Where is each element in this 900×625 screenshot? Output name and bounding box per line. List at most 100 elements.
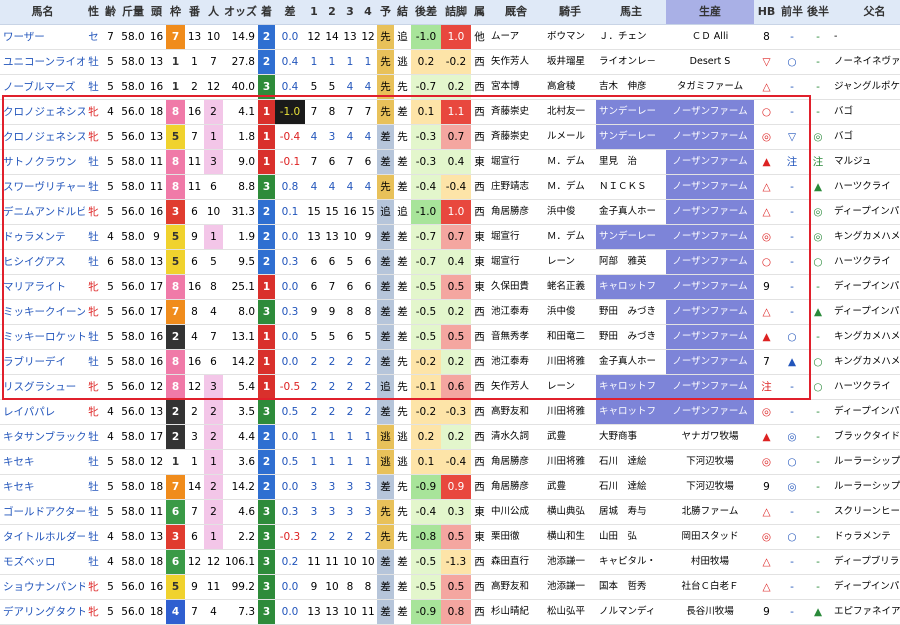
column-header[interactable]: 後半 [805, 0, 831, 25]
column-header[interactable]: 前半 [779, 0, 805, 25]
waku-badge: 1 [166, 74, 185, 100]
column-header[interactable]: 馬主 [596, 0, 666, 25]
horse-name-link[interactable]: リスグラシュー [0, 374, 85, 400]
table-row[interactable]: ラブリーデイ牡 5 58.0 16 8 16 6 14.2 1 0.0 2 2 2 2 差先 -0.2 0.2 西… [0, 349, 900, 375]
horse-name-link[interactable]: ユニコーンライオン [0, 49, 85, 75]
column-header[interactable]: 厩舎 [488, 0, 544, 25]
table-row[interactable]: クロノジェネシス牝 5 56.0 13 5 7 1 1.8 1 -0.4 4 3 4 4 差先 -0.3 0.7… [0, 124, 900, 150]
column-header[interactable]: 馬名 [0, 0, 85, 25]
table-row[interactable]: リスグラシュー牝 5 56.0 12 8 12 3 5.4 1 -0.5 2 2 2 2 追先 -0.1 0.6… [0, 374, 900, 400]
closing-speed: 0.7 [441, 224, 471, 250]
horse-name-link[interactable]: キセキ [0, 474, 85, 500]
table-row[interactable]: ヒシイグアス牡 6 58.0 13 5 6 5 9.5 2 0.3 6 6 5 6 差差 -0.7 0.4 東堀宣… [0, 249, 900, 275]
column-header[interactable]: 3 [341, 0, 359, 25]
table-row[interactable]: キセキ牡 5 58.0 18 7 14 2 14.2 2 0.0 3 3 3 3 差先 -0.9 0.9 西角居勝… [0, 474, 900, 500]
table-row[interactable]: モズベッロ牡 4 58.0 18 6 12 12 106.1 3 0.2 11 11 10 10 差差 -0.… [0, 549, 900, 575]
finish-position: 3 [258, 549, 275, 575]
horse-name-link[interactable]: ミッキークイーン [0, 299, 85, 325]
column-header[interactable]: 属 [471, 0, 488, 25]
horse-name-link[interactable]: ドゥラメンテ [0, 224, 85, 250]
column-header[interactable]: 2 [323, 0, 341, 25]
column-header[interactable]: オッズ [223, 0, 258, 25]
table-row[interactable]: ゴールドアクター牡 5 58.0 11 6 7 2 4.6 3 0.3 3 3 3 3 先先 -0.4 0.3 東… [0, 499, 900, 525]
horse-name-link[interactable]: ラブリーデイ [0, 349, 85, 375]
sex: 牝 [85, 124, 102, 150]
horse-name-link[interactable]: キタサンブラック [0, 424, 85, 450]
table-row[interactable]: デニムアンドルビー牝556.016361031.320.115151615追追-… [0, 199, 900, 225]
table-row[interactable]: キタサンブラック牡 4 58.0 17 2 3 2 4.4 2 0.0 1 1 1 1 逃逃 0.2 0.2 西清… [0, 424, 900, 450]
horse-name-link[interactable]: デアリングタクト [0, 599, 85, 625]
table-row[interactable]: マリアライト牝 5 56.0 17 8 16 8 25.1 1 0.0 6 7 6 6 差差 -0.5 0.5 東… [0, 274, 900, 300]
table-row[interactable]: ショウナンパンドラ牝556.016591199.230.091088差差-0.5… [0, 574, 900, 600]
column-header[interactable]: 後差 [411, 0, 441, 25]
horse-name-link[interactable]: マリアライト [0, 274, 85, 300]
column-header[interactable]: 生産 [666, 0, 754, 25]
table-row[interactable]: ノーブルマーズ牡 5 58.0 16 1 2 12 40.0 3 0.4 5 5 4 4 先先 -0.7 0.2… [0, 74, 900, 100]
column-header[interactable]: 騎手 [544, 0, 596, 25]
column-header[interactable]: 詰脚 [441, 0, 471, 25]
column-header[interactable]: HB [754, 0, 779, 25]
column-header[interactable]: 1 [305, 0, 323, 25]
table-row[interactable]: キセキ牡 5 58.0 12 1 1 1 3.6 2 0.5 1 1 1 1 逃逃 0.1 -0.4 西角居勝彦川… [0, 449, 900, 475]
table-row[interactable]: スワーヴリチャード牡558.01181168.830.84444先差-0.4-0… [0, 174, 900, 200]
sire: キングカメハメハ [831, 324, 900, 350]
table-row[interactable]: ワーザーセ 7 58.0 16 7 13 10 14.9 2 0.0 12 14 13 12 先追 -1.0 1… [0, 24, 900, 50]
popularity: 12 [204, 74, 223, 100]
corner-3: 7 [341, 99, 359, 125]
horse-name-link[interactable]: キセキ [0, 449, 85, 475]
closing-speed: 0.2 [441, 299, 471, 325]
age: 5 [102, 274, 119, 300]
horse-name-link[interactable]: タイトルホルダー [0, 524, 85, 550]
column-header[interactable]: 頭 [147, 0, 166, 25]
corner-1: 9 [305, 574, 323, 600]
horse-number: 2 [185, 74, 204, 100]
closing-speed: 1.1 [441, 99, 471, 125]
table-row[interactable]: デアリングタクト牝 5 56.0 18 4 7 4 7.3 3 0.0 13 13 10 11 差差 -0.9… [0, 599, 900, 625]
horse-name-link[interactable]: ノーブルマーズ [0, 74, 85, 100]
late-diff: -0.7 [411, 224, 441, 250]
horse-name-link[interactable]: ミッキーロケット [0, 324, 85, 350]
actual-style: 差 [394, 299, 411, 325]
affiliation: 東 [471, 524, 488, 550]
sire: バゴ [831, 124, 900, 150]
corner-2: 13 [323, 599, 341, 625]
table-row[interactable]: タイトルホルダー牡 4 58.0 13 3 6 1 2.2 3 -0.3 2 2 2 2 先先 -0.8 0.5… [0, 524, 900, 550]
column-header[interactable]: 齢 [102, 0, 119, 25]
affiliation: 他 [471, 24, 488, 50]
column-header[interactable]: 斤量 [119, 0, 147, 25]
table-row[interactable]: ミッキーロケット牡 5 58.0 16 2 4 7 13.1 1 0.0 5 5 6 5 差差 -0.5 0.5… [0, 324, 900, 350]
table-row[interactable]: ドゥラメンテ牡 4 58.0 9 5 9 1 1.9 2 0.0 13 13 10 9 差差 -0.7 0.7 東… [0, 224, 900, 250]
table-row[interactable]: サトノクラウン牡 5 58.0 11 8 11 3 9.0 1 -0.1 7 6 7 6 差差 -0.3 0.4… [0, 149, 900, 175]
horse-name-link[interactable]: ゴールドアクター [0, 499, 85, 525]
horse-name-link[interactable]: サトノクラウン [0, 149, 85, 175]
horse-name-link[interactable]: ショウナンパンドラ [0, 574, 85, 600]
column-header[interactable]: 着 [258, 0, 275, 25]
horse-name-link[interactable]: デニムアンドルビー [0, 199, 85, 225]
jockey: 川田将雅 [544, 449, 596, 475]
table-row[interactable]: レイパパレ牝 4 56.0 13 2 2 2 3.5 3 0.5 2 2 2 2 差先 -0.2 -0.3 西高野… [0, 399, 900, 425]
horse-number: 2 [185, 399, 204, 425]
column-header[interactable]: 予 [377, 0, 394, 25]
column-header[interactable]: 差 [275, 0, 305, 25]
sire: ディープブリランテ [831, 549, 900, 575]
horse-name-link[interactable]: レイパパレ [0, 399, 85, 425]
column-header[interactable]: 結 [394, 0, 411, 25]
column-header[interactable]: 4 [359, 0, 377, 25]
horse-name-link[interactable]: クロノジェネシス [0, 124, 85, 150]
finish-position: 3 [258, 299, 275, 325]
table-row[interactable]: ユニコーンライオン牡558.01311727.820.41111先逃0.2-0.… [0, 49, 900, 75]
first-half-mark: - [779, 499, 805, 525]
column-header[interactable]: 性 [85, 0, 102, 25]
column-header[interactable]: 番 [185, 0, 204, 25]
column-header[interactable]: 父名 [831, 0, 900, 25]
horse-name-link[interactable]: スワーヴリチャード [0, 174, 85, 200]
closing-speed: 0.8 [441, 599, 471, 625]
column-header[interactable]: 枠 [166, 0, 185, 25]
horse-name-link[interactable]: モズベッロ [0, 549, 85, 575]
horse-name-link[interactable]: ワーザー [0, 24, 85, 50]
horse-name-link[interactable]: クロノジェネシス [0, 99, 85, 125]
table-row[interactable]: ミッキークイーン牝 5 56.0 17 7 8 4 8.0 3 0.3 9 9 8 8 差差 -0.5 0.2 西… [0, 299, 900, 325]
column-header[interactable]: 人 [204, 0, 223, 25]
table-row[interactable]: クロノジェネシス牝 4 56.0 18 8 16 2 4.1 1 -1.0 7 8 7 7 先差 0.1 1.1… [0, 99, 900, 125]
horse-name-link[interactable]: ヒシイグアス [0, 249, 85, 275]
